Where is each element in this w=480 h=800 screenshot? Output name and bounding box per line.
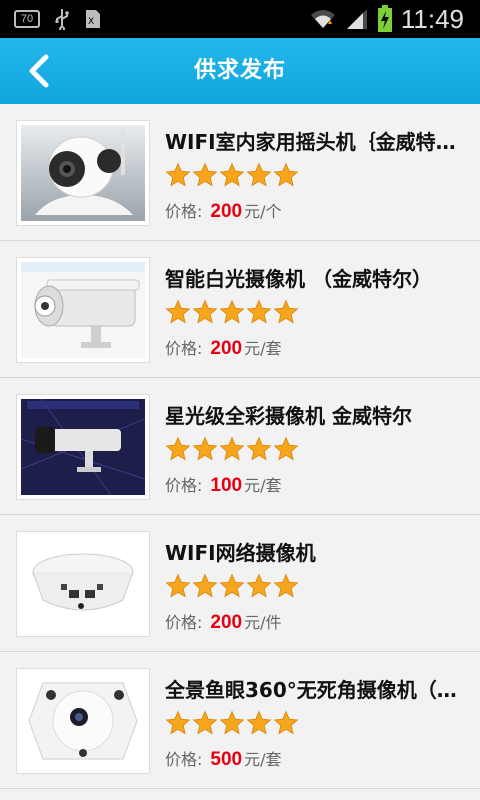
sim-card-icon: X [86,10,100,28]
price-value: 200 [210,338,243,359]
price: 价格: 100 元/套 [165,472,282,497]
list-item[interactable]: WIFI网络摄像机 价格: 200 元/件 [0,515,480,652]
star-icon [273,573,299,598]
star-icon [165,299,191,324]
star-icon [246,573,272,598]
price-value: 100 [210,475,243,496]
product-name: 智能白光摄像机 （金威特尔） [165,267,432,291]
price-value: 200 [210,612,243,633]
clock: 11:49 [400,4,464,34]
star-icon [192,436,218,461]
star-icon [219,573,245,598]
notification-70-icon: 70 [14,10,40,28]
list-item[interactable]: 星光级全彩摄像机 金威特尔 价格: 100 元/套 [0,378,480,515]
rating-stars [165,162,299,188]
product-image-indoor-ptz-camera [16,120,150,226]
price-unit: 元/套 [244,339,282,358]
list-item[interactable]: WIFI室内家用摇头机｛金威特尔｝ 价格: 200 元/个 [0,104,480,241]
star-icon [246,710,272,735]
star-icon [273,299,299,324]
app-header: 供求发布 [0,38,480,104]
price-unit: 元/套 [244,750,282,769]
star-icon [273,436,299,461]
price-value: 200 [210,201,243,222]
price: 价格: 500 元/套 [165,746,282,771]
price-unit: 元/个 [244,202,282,221]
star-icon [192,710,218,735]
price: 价格: 200 元/件 [165,609,282,634]
price-unit: 元/套 [244,476,282,495]
price: 价格: 200 元/个 [165,198,282,223]
product-name: WIFI室内家用摇头机｛金威特尔｝ [165,130,465,154]
page-title: 供求发布 [193,58,286,83]
product-name: 全景鱼眼360°无死角摄像机（金威特尔） [165,678,465,702]
supply-list: WIFI室内家用摇头机｛金威特尔｝ 价格: 200 元/个 智能白光摄像机 （金… [0,104,480,800]
star-icon [219,710,245,735]
battery-charging-icon [377,5,392,32]
star-icon [273,710,299,735]
signal-icon [346,9,367,29]
rating-stars [165,573,299,599]
price-value: 500 [210,749,243,770]
product-image-starlight-bullet-camera [16,394,150,500]
rating-stars [165,710,299,736]
wifi-icon [310,10,335,28]
star-icon [192,162,218,187]
price-label: 价格: [165,339,203,358]
price: 价格: 200 元/套 [165,335,282,360]
product-image-smoke-detector-camera [16,531,150,637]
star-icon [165,573,191,598]
usb-icon [55,9,69,30]
star-icon [219,162,245,187]
star-icon [219,299,245,324]
star-icon [273,162,299,187]
star-icon [246,162,272,187]
price-label: 价格: [165,613,203,632]
product-name: 星光级全彩摄像机 金威特尔 [165,404,412,428]
status-bar: 70 X 11:49 [0,0,480,38]
price-label: 价格: [165,202,203,221]
star-icon [165,436,191,461]
star-icon [192,299,218,324]
list-item[interactable]: 智能白光摄像机 （金威特尔） 价格: 200 元/套 [0,241,480,378]
star-icon [192,573,218,598]
list-item[interactable]: 全景鱼眼360°无死角摄像机（金威特尔） 价格: 500 元/套 [0,652,480,789]
product-name: WIFI网络摄像机 [165,541,316,565]
star-icon [165,710,191,735]
price-label: 价格: [165,476,203,495]
price-unit: 元/件 [244,613,282,632]
product-image-bullet-camera-white [16,257,150,363]
product-image-fisheye-camera [16,668,150,774]
star-icon [246,299,272,324]
price-label: 价格: [165,750,203,769]
svg-text:X: X [88,17,94,27]
star-icon [246,436,272,461]
star-icon [219,436,245,461]
rating-stars [165,299,299,325]
rating-stars [165,436,299,462]
star-icon [165,162,191,187]
